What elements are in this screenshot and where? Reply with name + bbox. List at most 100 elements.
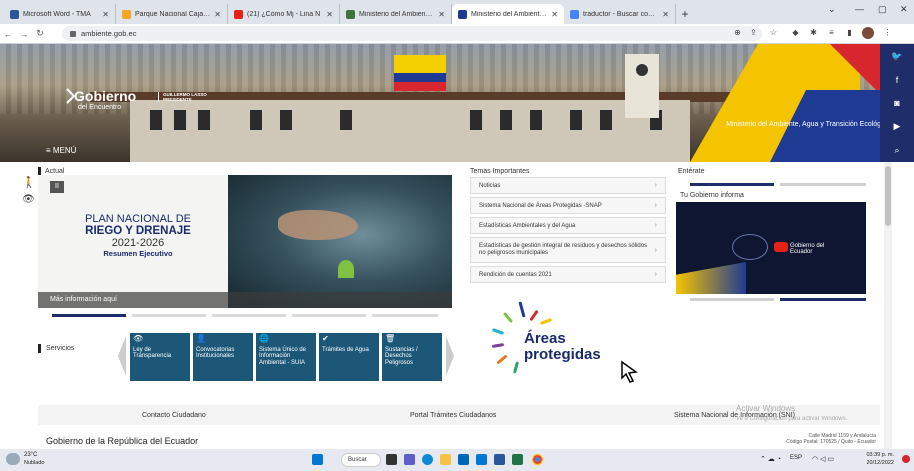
list-item[interactable]: Estadísticas Ambientales y del Agua ›	[470, 217, 666, 234]
tab-strip: Microsoft Word - TMA ✕ Parque Nacional Ca…	[0, 0, 914, 24]
reload-icon[interactable]: ↻	[32, 28, 48, 39]
slider-dot[interactable]	[212, 314, 286, 317]
section-actual: Actual	[45, 168, 65, 175]
areas-protegidas-banner[interactable]: Áreas protegidas	[484, 300, 654, 390]
list-item[interactable]: Sistema Nacional de Áreas Protegidas -SN…	[470, 197, 666, 214]
forward-icon[interactable]: →	[16, 29, 32, 39]
list-item[interactable]: Estadísticas de gestión integral de resi…	[470, 237, 666, 263]
portal-link[interactable]: Portal Trámites Ciudadanos	[410, 412, 496, 419]
banner-text: PLAN NACIONAL DE RIEGO Y DRENAJE 2021-20…	[85, 213, 191, 258]
video-player[interactable]: Gobierno del Ecuador	[676, 202, 866, 294]
scrollbar[interactable]	[884, 162, 892, 449]
store-icon[interactable]	[458, 454, 469, 465]
service-card[interactable]: ✔ Trámites de Agua	[319, 333, 379, 381]
close-icon[interactable]: ✕	[326, 10, 333, 19]
slider-banner[interactable]: II PLAN NACIONAL DE RIEGO Y DRENAJE 2021…	[38, 175, 452, 308]
search-icon[interactable]: ⌕	[894, 145, 899, 156]
contact-link[interactable]: Contacto Ciudadano	[142, 412, 206, 419]
url-input[interactable]: ambiente.gob.ec	[62, 26, 762, 41]
maximize-icon[interactable]: ▢	[878, 4, 887, 15]
tab-4[interactable]: Ministerio del Ambiente | ✕	[340, 4, 452, 24]
slider-dot[interactable]	[372, 314, 438, 317]
edge-icon[interactable]	[422, 454, 433, 465]
close-icon[interactable]: ✕	[662, 10, 669, 19]
extension-icon[interactable]: ✱	[808, 28, 819, 39]
eye-icon: 👁	[133, 334, 144, 343]
browser-window: { "browser": { "tabs": [ {"title": "Micr…	[0, 0, 914, 471]
tab-2[interactable]: Parque Nacional Cajas | Sitio✕	[116, 4, 228, 24]
google-icon	[570, 9, 579, 19]
more-info-link[interactable]: Más información aquí	[38, 292, 452, 308]
slider-dot[interactable]	[292, 314, 366, 317]
menu-button[interactable]: ≡ MENÚ	[46, 146, 76, 155]
next-arrow-icon[interactable]	[446, 336, 454, 376]
play-icon[interactable]	[774, 242, 788, 252]
footer-address: Calle Madrid 1159 y Andalucía Código Post…	[786, 433, 876, 445]
tab-search-icon[interactable]: ⌄	[828, 4, 836, 15]
section-enterate: Entérate	[678, 168, 705, 175]
new-tab-button[interactable]: +	[676, 4, 694, 24]
teams-icon[interactable]	[404, 454, 415, 465]
close-icon[interactable]: ✕	[214, 10, 221, 19]
start-icon[interactable]	[312, 454, 323, 465]
ecuador-flag	[394, 55, 446, 91]
close-icon[interactable]: ✕	[102, 10, 109, 19]
minimize-icon[interactable]: —	[855, 4, 864, 14]
service-card[interactable]: 👤 Convocatorias Institucionales	[193, 333, 253, 381]
facebook-icon[interactable]: f	[896, 75, 899, 85]
wifi-icon[interactable]: ◠ ◁ ▭	[812, 455, 834, 463]
tray-icons[interactable]: ⌃ ☁ ◔	[760, 455, 781, 463]
folder-icon[interactable]	[440, 454, 451, 465]
app-icon[interactable]	[512, 454, 523, 465]
services-carousel: 👁 Ley de Transparencia 👤 Convocatorias Ins…	[130, 333, 445, 381]
eye-icon[interactable]: 👁	[22, 194, 35, 205]
tab-5-active[interactable]: Ministerio del Ambiente, A ✕	[452, 4, 564, 24]
share-icon[interactable]: ⇪	[748, 28, 759, 39]
hands-photo	[228, 175, 452, 308]
avatar[interactable]	[862, 27, 874, 39]
list-item[interactable]: Noticias ›	[470, 177, 666, 194]
accessibility-icon[interactable]: 🚶	[22, 176, 36, 189]
list-item[interactable]: Rendición de cuentas 2021 ›	[470, 266, 666, 283]
social-sidebar: 🐦 f ◙ ▶ ⌕	[880, 44, 914, 162]
tab-6[interactable]: traductor - Buscar con Goo✕	[564, 4, 676, 24]
more-icon[interactable]: ⋮	[882, 28, 893, 39]
back-icon[interactable]: ←	[0, 29, 16, 39]
bookmark-icon[interactable]: ☆	[768, 28, 779, 39]
site-icon	[458, 9, 467, 19]
tab-1[interactable]: Microsoft Word - TMA ✕	[4, 4, 116, 24]
service-card[interactable]: 🗑 Sustancias / Desechos Peligrosos	[382, 333, 442, 381]
taskbar-search[interactable]: Buscar	[341, 453, 381, 467]
pause-button[interactable]: II	[50, 181, 64, 193]
notification-icon[interactable]	[902, 455, 910, 463]
mail-icon[interactable]	[476, 454, 487, 465]
chevron-right-icon: ›	[654, 271, 657, 278]
taskview-icon[interactable]	[386, 454, 397, 465]
site-icon	[122, 9, 131, 19]
government-logo[interactable]: Gobierno del Encuentro GUILLERMO LASSO PR…	[62, 74, 242, 114]
zoom-icon[interactable]: ⊕	[732, 28, 743, 39]
word-icon[interactable]	[494, 454, 505, 465]
extension-icon[interactable]: ◆	[790, 28, 801, 39]
twitter-icon[interactable]: 🐦	[891, 51, 902, 62]
close-window-icon[interactable]: ✕	[900, 4, 908, 15]
close-icon[interactable]: ✕	[551, 10, 558, 19]
tab-3[interactable]: (21) ¿Cómo Mj - Lina N ✕	[228, 4, 340, 24]
instagram-icon[interactable]: ◙	[894, 98, 899, 108]
section-temas: Temas Importantes	[470, 168, 530, 175]
service-card[interactable]: 🌐 Sistema Único de Información Ambiental …	[256, 333, 316, 381]
playlist-icon[interactable]: ≡	[826, 28, 837, 39]
close-icon[interactable]: ✕	[438, 10, 445, 19]
chevron-right-icon: ›	[654, 182, 657, 189]
youtube-icon[interactable]: ▶	[894, 121, 901, 132]
service-card[interactable]: 👁 Ley de Transparencia	[130, 333, 190, 381]
check-icon: ✔	[322, 334, 329, 343]
taskbar: 23°C Nublado ⌃ ☁ ◔ ESP ◠ ◁ ▭ 03:39 p. m.…	[0, 449, 914, 471]
sidepanel-icon[interactable]: ▮	[844, 28, 855, 39]
chrome-icon[interactable]	[532, 454, 543, 465]
slider-dot[interactable]	[132, 314, 206, 317]
slider-dot[interactable]	[52, 314, 126, 317]
activate-windows-title: Activar Windows	[736, 404, 796, 413]
prev-arrow-icon[interactable]	[118, 336, 126, 376]
site-icon	[346, 9, 355, 19]
